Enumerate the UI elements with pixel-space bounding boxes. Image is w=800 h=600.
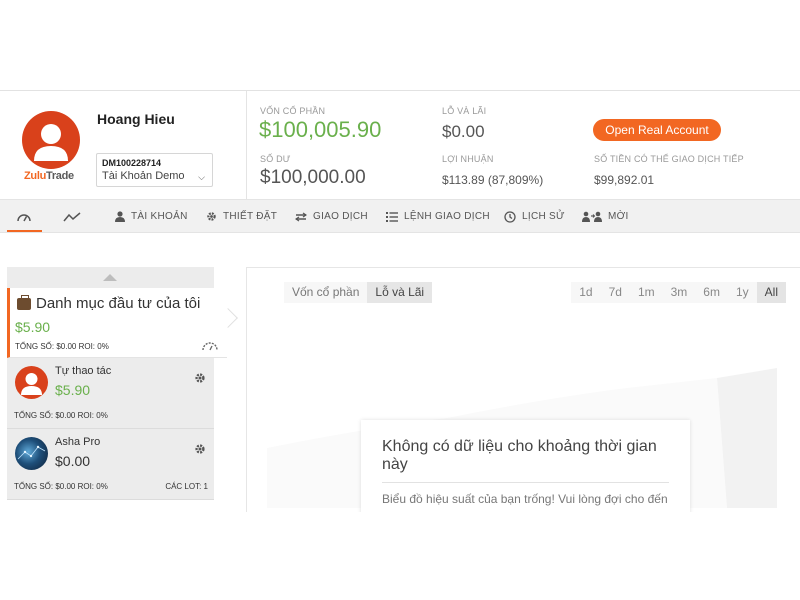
avatar: [15, 437, 48, 470]
briefcase-icon: [17, 295, 31, 310]
strategy-info: TỔNG SỐ: $0.00 ROI: 0%: [14, 482, 108, 491]
portfolio-card[interactable]: Danh mục đầu tư của tôi $5.90 TỔNG SỐ: $…: [7, 288, 238, 358]
no-data-message: Không có dữ liệu cho khoảng thời gian nà…: [361, 420, 690, 512]
chevron-down-icon: ⌵: [198, 172, 205, 182]
arrow-up-icon: [103, 274, 117, 281]
user-silhouette-icon: [21, 373, 42, 395]
account-id: DM100228714: [102, 158, 162, 168]
time-range-selector: 1d 7d 1m 3m 6m 1y All: [571, 282, 786, 303]
strategy-amount: $5.90: [55, 382, 91, 398]
card-pointer: [218, 308, 238, 328]
chart-line-icon: [63, 211, 81, 221]
network-avatar-icon: [17, 445, 46, 460]
strategy-name: Asha Pro: [55, 436, 101, 448]
strategy-name: Tự thao tác: [55, 365, 112, 377]
nav-dashboard[interactable]: [17, 200, 37, 233]
range-1m[interactable]: 1m: [630, 282, 663, 303]
gear-icon[interactable]: [194, 372, 206, 384]
logo-part-trade: Trade: [46, 170, 74, 182]
profit-label: Lợi nhuận: [442, 154, 494, 164]
nav-active-indicator: [7, 230, 42, 232]
nav-trade[interactable]: GIAO DỊCH: [295, 200, 368, 233]
scroll-up-button[interactable]: [7, 267, 214, 288]
equity-value: $100,005.90: [259, 117, 382, 142]
strategy-card[interactable]: Tự thao tác $5.90 TỔNG SỐ: $0.00 ROI: 0%: [7, 358, 214, 429]
range-3m[interactable]: 3m: [663, 282, 696, 303]
nav-settings-label: THIẾT ĐẶT: [223, 211, 278, 222]
equity-label: Vốn cổ phần: [260, 106, 326, 116]
nav-settings[interactable]: THIẾT ĐẶT: [206, 200, 277, 233]
range-7d[interactable]: 7d: [601, 282, 630, 303]
no-data-text: Biểu đồ hiệu suất của bạn trống! Vui lòn…: [382, 492, 668, 506]
range-1y[interactable]: 1y: [728, 282, 757, 303]
portfolio-amount: $5.90: [15, 319, 51, 335]
dashboard-icon: [17, 213, 31, 221]
gear-icon[interactable]: [194, 443, 206, 455]
nav-history-label: LỊCH SỬ: [522, 211, 565, 222]
portfolio-title: Danh mục đầu tư của tôi: [36, 295, 201, 312]
nav-history[interactable]: LỊCH SỬ: [504, 200, 565, 233]
nav-invite-label: MỜI: [608, 211, 629, 222]
performance-chart-panel: Vốn cổ phần Lỗ và Lãi 1d 7d 1m 3m 6m 1y …: [246, 267, 800, 512]
tab-equity[interactable]: Vốn cổ phần: [284, 282, 368, 303]
divider: [382, 482, 669, 483]
nav-orders[interactable]: LỆNH GIAO DỊCH: [386, 200, 490, 233]
user-name: Hoang Hieu: [97, 111, 175, 127]
user-silhouette-icon: [34, 124, 68, 161]
portfolio-sidebar: Danh mục đầu tư của tôi $5.90 TỔNG SỐ: $…: [7, 267, 238, 512]
open-real-account-button[interactable]: Open Real Account: [593, 119, 721, 141]
nav-orders-label: LỆNH GIAO DỊCH: [404, 211, 490, 222]
range-1d[interactable]: 1d: [571, 282, 600, 303]
nav-chart[interactable]: [63, 200, 87, 233]
main-nav: TÀI KHOẢN THIẾT ĐẶT GIAO DỊCH LỆNH GIAO …: [0, 199, 800, 233]
nav-trade-label: GIAO DỊCH: [313, 211, 368, 222]
range-6m[interactable]: 6m: [695, 282, 728, 303]
chart-type-tabs: Vốn cổ phần Lỗ và Lãi: [284, 282, 433, 303]
history-icon: [504, 210, 516, 223]
tab-profit-loss[interactable]: Lỗ và Lãi: [367, 282, 433, 303]
free-margin-value: $99,892.01: [594, 173, 655, 187]
strategy-card[interactable]: Asha Pro $0.00 TỔNG SỐ: $0.00 ROI: 0% CÁ…: [7, 429, 214, 500]
nav-account-label: TÀI KHOẢN: [131, 211, 188, 222]
range-all[interactable]: All: [756, 282, 786, 303]
strategy-lots: CÁC LOT: 1: [165, 482, 208, 491]
nav-invite[interactable]: MỜI: [582, 200, 629, 233]
gauge-icon: [202, 342, 218, 351]
balance-value: $100,000.00: [260, 167, 366, 188]
pl-value: $0.00: [442, 122, 485, 141]
list-icon: [386, 211, 398, 222]
free-margin-label: Số tiền có thể giao dịch tiếp: [594, 154, 744, 164]
avatar: [15, 366, 48, 399]
portfolio-info: TỔNG SỐ: $0.00 ROI: 0%: [15, 342, 109, 351]
swap-icon: [295, 212, 307, 221]
nav-account[interactable]: TÀI KHOẢN: [115, 200, 188, 233]
gear-icon: [207, 212, 216, 221]
strategy-info: TỔNG SỐ: $0.00 ROI: 0%: [14, 411, 108, 420]
account-type: Tài Khoản Demo: [102, 170, 185, 182]
zulutrade-logo: ZuluTrade: [24, 170, 74, 182]
account-header: ZuluTrade Hoang Hieu DM100228714 Tài Kho…: [0, 91, 800, 199]
invite-icon: [582, 211, 602, 222]
avatar[interactable]: [22, 111, 80, 169]
divider: [246, 91, 247, 199]
pl-label: Lỗ và lãi: [442, 106, 487, 116]
no-data-title: Không có dữ liệu cho khoảng thời gian nà…: [382, 438, 657, 473]
account-selector[interactable]: DM100228714 Tài Khoản Demo ⌵: [96, 153, 213, 187]
logo-part-zulu: Zulu: [24, 170, 47, 182]
user-icon: [115, 211, 125, 222]
profit-value: $113.89 (87,809%): [442, 173, 544, 187]
balance-label: Số dư: [260, 154, 291, 164]
app-window: ZuluTrade Hoang Hieu DM100228714 Tài Kho…: [0, 90, 800, 512]
strategy-amount: $0.00: [55, 453, 91, 469]
